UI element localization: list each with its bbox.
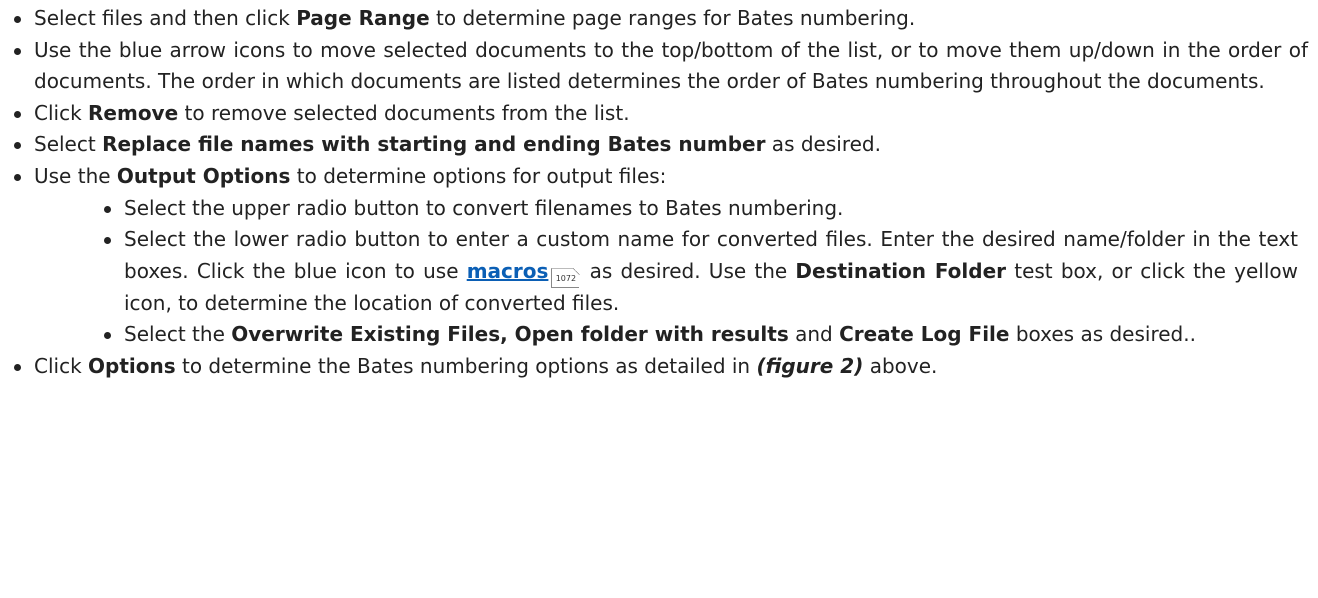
item-text: Select the upper radio button to convert… xyxy=(124,195,844,220)
sublist-item-overwrite: Select the Overwrite Existing Files, Ope… xyxy=(0,319,1308,351)
bullet-icon xyxy=(14,363,21,371)
item-text: as desired. Use the xyxy=(581,258,796,283)
item-bold-output-options: Output Options xyxy=(116,163,291,188)
item-text: Select files and then click xyxy=(34,6,297,30)
sublist-item-upper-radio: Select the upper radio button to convert… xyxy=(0,193,1308,225)
figure-reference: (figure 2) xyxy=(756,353,864,378)
item-bold-remove: Remove xyxy=(88,100,179,125)
item-bold-create-log-file: Create Log File xyxy=(839,322,1010,347)
item-text: Use the blue arrow icons to move selecte… xyxy=(34,37,1308,94)
item-text: to determine the Bates numbering options… xyxy=(175,353,757,378)
macros-link[interactable]: macros xyxy=(467,259,549,283)
bullet-icon xyxy=(14,173,21,181)
bullet-icon xyxy=(14,47,21,55)
list-item-replace-file-names: Select Replace file names with starting … xyxy=(0,129,1318,161)
item-text: as desired. xyxy=(765,132,881,157)
help-document: Select files and then click Page Range t… xyxy=(0,0,1318,383)
page-reference-icon[interactable]: 1072 xyxy=(551,267,581,288)
item-bold-page-range: Page Range xyxy=(296,6,430,30)
item-text: to remove selected documents from the li… xyxy=(178,100,630,125)
list-item-arrow-icons: Use the blue arrow icons to move selecte… xyxy=(0,35,1318,98)
bullet-icon xyxy=(14,16,21,23)
item-bold-overwrite: Overwrite Existing Files, Open folder wi… xyxy=(231,322,789,347)
item-bold-replace-file-names: Replace file names with starting and end… xyxy=(102,132,766,157)
item-text: Select xyxy=(34,132,103,157)
item-text: and xyxy=(788,322,840,347)
instruction-list: Select files and then click Page Range t… xyxy=(0,3,1318,383)
list-item-output-options: Use the Output Options to determine opti… xyxy=(0,161,1318,351)
item-text: Use the xyxy=(34,163,117,188)
output-options-sublist: Select the upper radio button to convert… xyxy=(0,193,1308,351)
bullet-icon xyxy=(104,205,111,213)
bullet-icon xyxy=(104,237,111,245)
item-text: boxes as desired.. xyxy=(1009,322,1196,347)
list-item-remove: Click Remove to remove selected document… xyxy=(0,98,1318,130)
item-text: to determine options for output files: xyxy=(290,163,667,188)
item-text: Click xyxy=(34,353,89,378)
item-text: Click xyxy=(34,100,89,125)
bullet-icon xyxy=(14,110,21,118)
bullet-icon xyxy=(14,142,21,150)
list-item-page-range: Select files and then click Page Range t… xyxy=(0,3,1318,35)
item-bold-destination-folder: Destination Folder xyxy=(795,258,1007,283)
item-text: above. xyxy=(863,353,938,378)
list-item-options: Click Options to determine the Bates num… xyxy=(0,351,1318,383)
item-text: Select the xyxy=(124,322,232,347)
bullet-icon xyxy=(104,332,111,340)
sublist-item-lower-radio: Select the lower radio button to enter a… xyxy=(0,224,1308,319)
item-text: to determine page ranges for Bates numbe… xyxy=(429,6,916,30)
item-bold-options: Options xyxy=(88,353,176,378)
